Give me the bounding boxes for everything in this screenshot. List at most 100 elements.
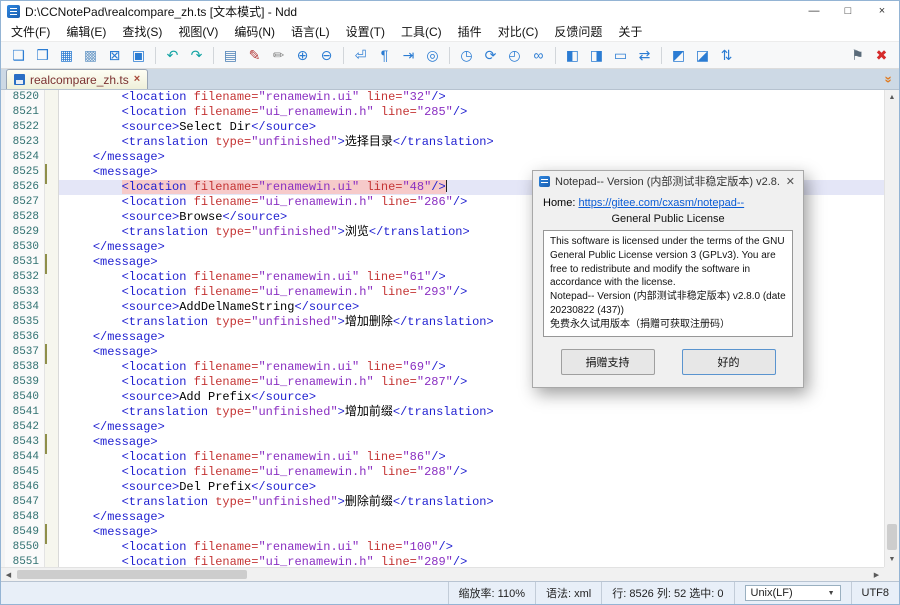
line-number[interactable]: 8542: [5, 420, 45, 435]
fold-margin[interactable]: [45, 450, 59, 465]
code-text[interactable]: <source>Del Prefix</source>: [59, 480, 884, 495]
editor-line[interactable]: 8545 <location filename="ui_renamewin.h"…: [1, 465, 884, 480]
editor-line[interactable]: 8543 <message>: [1, 435, 884, 450]
fold-collapse-icon[interactable]: [45, 524, 47, 544]
menu-item[interactable]: 关于: [610, 21, 650, 42]
code-text[interactable]: <source>Add Prefix</source>: [59, 390, 884, 405]
line-number[interactable]: 8539: [5, 375, 45, 390]
line-number[interactable]: 8536: [5, 330, 45, 345]
dialog-title-bar[interactable]: Notepad-- Version (内部测试非稳定版本) v2.8.0 (da…: [533, 171, 803, 191]
editor-line[interactable]: 8540 <source>Add Prefix</source>: [1, 390, 884, 405]
history-clock-icon[interactable]: ◷: [455, 44, 478, 66]
line-number[interactable]: 8526: [5, 180, 45, 195]
close-all-icon[interactable]: ▣: [127, 44, 150, 66]
editor-line[interactable]: 8520 <location filename="renamewin.ui" l…: [1, 90, 884, 105]
editor-line[interactable]: 8521 <location filename="ui_renamewin.h"…: [1, 105, 884, 120]
editor-line[interactable]: 8547 <translation type="unfinished">删除前缀…: [1, 495, 884, 510]
zoom-in-icon[interactable]: ⊕: [291, 44, 314, 66]
line-number[interactable]: 8538: [5, 360, 45, 375]
save-icon[interactable]: ▦: [55, 44, 78, 66]
fold-margin[interactable]: [45, 270, 59, 285]
line-number[interactable]: 8544: [5, 450, 45, 465]
edit-pencil-alt-icon[interactable]: ✏: [267, 44, 290, 66]
line-number[interactable]: 8523: [5, 135, 45, 150]
menu-item[interactable]: 插件: [450, 21, 490, 42]
fold-margin[interactable]: [45, 120, 59, 135]
line-number[interactable]: 8549: [5, 525, 45, 540]
menu-item[interactable]: 对比(C): [490, 21, 547, 42]
line-number[interactable]: 8543: [5, 435, 45, 450]
editor-line[interactable]: 8551 <location filename="ui_renamewin.h"…: [1, 555, 884, 567]
code-text[interactable]: </message>: [59, 420, 884, 435]
code-text[interactable]: <source>Select Dir</source>: [59, 120, 884, 135]
code-text[interactable]: <translation type="unfinished">选择目录</tra…: [59, 135, 884, 150]
fold-margin[interactable]: [45, 90, 59, 105]
tab-close-icon[interactable]: ×: [134, 74, 140, 85]
home-link[interactable]: https://gitee.com/cxasm/notepad--: [578, 197, 744, 209]
line-number[interactable]: 8533: [5, 285, 45, 300]
save-all-icon[interactable]: ▩: [79, 44, 102, 66]
focus-target-icon[interactable]: ◎: [421, 44, 444, 66]
line-number[interactable]: 8521: [5, 105, 45, 120]
maximize-button[interactable]: □: [831, 1, 865, 21]
scroll-left-button[interactable]: ◀: [1, 568, 16, 581]
compare-panel-right-icon[interactable]: ◪: [691, 44, 714, 66]
fold-collapse-icon[interactable]: [45, 434, 47, 454]
print-icon[interactable]: ▤: [219, 44, 242, 66]
fold-margin[interactable]: [45, 540, 59, 555]
pin-icon[interactable]: ⚑: [846, 44, 869, 66]
fold-margin[interactable]: [45, 435, 59, 450]
line-number[interactable]: 8550: [5, 540, 45, 555]
editor-line[interactable]: 8541 <translation type="unfinished">增加前缀…: [1, 405, 884, 420]
undo-icon[interactable]: ↶: [161, 44, 184, 66]
eol-selector[interactable]: Unix(LF) ▼: [745, 585, 841, 601]
dialog-close-icon[interactable]: ✕: [784, 175, 797, 188]
line-number[interactable]: 8537: [5, 345, 45, 360]
menu-item[interactable]: 文件(F): [3, 21, 58, 42]
scroll-right-button[interactable]: ▶: [869, 568, 884, 581]
code-text[interactable]: <translation type="unfinished">增加前缀</tra…: [59, 405, 884, 420]
menu-item[interactable]: 反馈问题: [546, 21, 610, 42]
code-text[interactable]: <location filename="ui_renamewin.h" line…: [59, 465, 884, 480]
vscroll-thumb[interactable]: [887, 524, 897, 550]
fold-margin[interactable]: [45, 135, 59, 150]
word-wrap-icon[interactable]: ⏎: [349, 44, 372, 66]
code-text[interactable]: <location filename="renamewin.ui" line="…: [59, 90, 884, 105]
line-number[interactable]: 8525: [5, 165, 45, 180]
fold-margin[interactable]: [45, 360, 59, 375]
fold-collapse-icon[interactable]: [45, 344, 47, 364]
line-number[interactable]: 8551: [5, 555, 45, 567]
fold-margin[interactable]: [45, 165, 59, 180]
line-number[interactable]: 8546: [5, 480, 45, 495]
menu-item[interactable]: 查找(S): [114, 21, 170, 42]
fold-margin[interactable]: [45, 555, 59, 567]
fold-margin[interactable]: [45, 240, 59, 255]
fold-margin[interactable]: [45, 480, 59, 495]
monitor-icon[interactable]: ▭: [609, 44, 632, 66]
fold-margin[interactable]: [45, 525, 59, 540]
scroll-down-button[interactable]: ▼: [885, 552, 899, 567]
go-link-icon[interactable]: ∞: [527, 44, 550, 66]
tab-overflow-button[interactable]: »: [882, 72, 897, 88]
scroll-up-button[interactable]: ▲: [885, 90, 899, 105]
refresh-icon[interactable]: ⟳: [479, 44, 502, 66]
editor-line[interactable]: 8542 </message>: [1, 420, 884, 435]
tab-active[interactable]: realcompare_zh.ts ×: [6, 69, 148, 89]
code-text[interactable]: <message>: [59, 525, 884, 540]
line-number[interactable]: 8531: [5, 255, 45, 270]
fold-collapse-icon[interactable]: [45, 254, 47, 274]
editor-line[interactable]: 8550 <location filename="renamewin.ui" l…: [1, 540, 884, 555]
code-text[interactable]: </message>: [59, 150, 884, 165]
vertical-scrollbar[interactable]: ▲ ▼: [884, 90, 899, 567]
fold-margin[interactable]: [45, 420, 59, 435]
horizontal-scrollbar[interactable]: ◀ ▶: [1, 567, 884, 581]
fold-margin[interactable]: [45, 375, 59, 390]
code-text[interactable]: </message>: [59, 510, 884, 525]
fold-margin[interactable]: [45, 180, 59, 195]
line-number[interactable]: 8545: [5, 465, 45, 480]
fold-margin[interactable]: [45, 210, 59, 225]
ok-button[interactable]: 好的: [682, 349, 776, 375]
editor-line[interactable]: 8546 <source>Del Prefix</source>: [1, 480, 884, 495]
line-number[interactable]: 8522: [5, 120, 45, 135]
line-number[interactable]: 8535: [5, 315, 45, 330]
